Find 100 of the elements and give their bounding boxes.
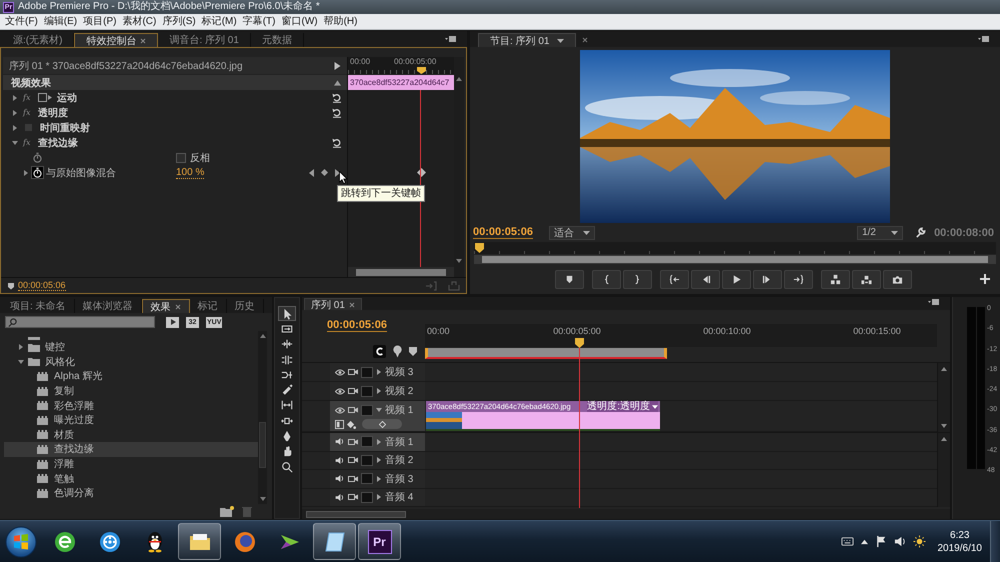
toggle-box[interactable]	[361, 366, 373, 378]
scrollbar-thumb[interactable]	[482, 256, 988, 263]
step-forward-button[interactable]	[752, 270, 782, 288]
menu-item[interactable]: 文件(F)	[2, 15, 41, 28]
toggle-box[interactable]	[361, 473, 373, 484]
caret-icon[interactable]	[557, 38, 564, 42]
menu-item[interactable]: 窗口(W)	[278, 15, 321, 28]
expand-arrow-icon[interactable]	[376, 388, 382, 394]
play-button[interactable]	[722, 270, 750, 288]
close-icon[interactable]	[140, 38, 146, 44]
zoom-scrollbar[interactable]	[474, 255, 996, 264]
keyframe-toggle-icon[interactable]	[347, 420, 356, 428]
display-style-icon[interactable]	[335, 420, 344, 428]
go-to-in-button[interactable]	[660, 270, 688, 288]
expand-arrow-icon[interactable]	[12, 140, 18, 146]
tree-item[interactable]: 复制	[4, 384, 258, 398]
clip-body[interactable]	[426, 412, 660, 431]
tool-button[interactable]	[278, 306, 296, 322]
panel-tab[interactable]: 效果	[142, 299, 190, 313]
expand-arrow-icon[interactable]	[376, 369, 382, 375]
video-camera-icon[interactable]	[348, 368, 358, 376]
tree-item[interactable]: 查找边缘	[4, 442, 258, 457]
expand-arrow-icon[interactable]	[12, 124, 18, 130]
scrollbar[interactable]	[348, 267, 454, 277]
menu-item[interactable]: 序列(S)	[159, 15, 199, 28]
fx-badge[interactable]: fx	[23, 92, 35, 102]
scroll-up-icon[interactable]	[941, 367, 947, 371]
tree-item[interactable]: 色调分离	[4, 486, 258, 501]
speaker-icon[interactable]	[335, 438, 345, 446]
toggle-box[interactable]	[361, 492, 373, 503]
panel-tab[interactable]: 序列 01	[304, 298, 362, 310]
extract-button[interactable]	[852, 270, 880, 288]
track-header[interactable]: 音频 3	[330, 470, 425, 488]
fx-badge[interactable]: fx	[23, 138, 35, 148]
accelerated-effects-button[interactable]	[166, 316, 179, 328]
close-icon[interactable]	[582, 37, 588, 43]
stopwatch-icon[interactable]	[32, 167, 43, 178]
panel-tab[interactable]: 节目: 序列 01	[478, 33, 576, 47]
menu-item[interactable]: 项目(P)	[80, 15, 120, 28]
reset-icon[interactable]	[332, 108, 342, 118]
expand-arrow-icon[interactable]	[376, 457, 382, 464]
toggle-box[interactable]	[361, 386, 373, 396]
panel-menu-icon[interactable]	[445, 35, 457, 43]
eye-icon[interactable]	[335, 406, 345, 414]
menu-item[interactable]: 帮助(H)	[320, 15, 360, 28]
tree-item[interactable]: 键控	[4, 340, 258, 355]
flag-icon[interactable]	[874, 535, 888, 548]
effect-toggle[interactable]	[25, 124, 32, 131]
menu-item[interactable]: 编辑(E)	[40, 15, 80, 28]
checkbox[interactable]	[176, 152, 186, 162]
scrollbar-thumb[interactable]	[259, 422, 266, 468]
previous-keyframe-icon[interactable]	[309, 168, 314, 176]
tree-item[interactable]: 浮雕	[4, 456, 258, 472]
param-value[interactable]: 100 %	[176, 166, 204, 178]
panel-menu-icon[interactable]	[928, 298, 940, 306]
expand-arrow-icon[interactable]	[376, 407, 382, 413]
menu-item[interactable]: 素材(C)	[119, 15, 160, 28]
zoom-dropdown[interactable]: 适合	[548, 226, 595, 240]
menu-item[interactable]: 标记(M)	[198, 15, 240, 28]
scroll-down-icon[interactable]	[260, 497, 266, 501]
speaker-icon[interactable]	[894, 535, 906, 548]
panel-tab[interactable]: 特效控制台	[74, 33, 158, 47]
reset-icon[interactable]	[332, 138, 342, 148]
reset-icon[interactable]	[332, 92, 342, 102]
speaker-icon[interactable]	[335, 456, 345, 464]
playhead-timecode[interactable]: 00:00:05:06	[327, 319, 387, 332]
clock-date[interactable]: 2019/6/10	[938, 542, 982, 554]
taskbar-button[interactable]: Pr	[358, 523, 401, 560]
speaker-icon[interactable]	[335, 475, 345, 482]
marker-icon[interactable]	[409, 347, 417, 356]
expand-arrow-icon[interactable]	[18, 358, 24, 365]
scrollbar[interactable]	[937, 363, 950, 432]
lift-button[interactable]	[820, 270, 850, 288]
mark-in-button[interactable]	[592, 270, 620, 288]
tree-item[interactable]: 材质	[4, 428, 258, 442]
clock-time[interactable]: 6:23	[950, 528, 970, 542]
tree-item[interactable]: 曝光过度	[4, 412, 258, 428]
track-header[interactable]: 视频 3	[330, 363, 425, 381]
scroll-up-icon[interactable]	[260, 334, 266, 338]
video-camera-icon[interactable]	[348, 474, 358, 483]
speaker-icon[interactable]	[335, 494, 345, 501]
expand-arrow-icon[interactable]	[18, 344, 24, 350]
expand-arrow-icon[interactable]	[376, 494, 382, 500]
close-icon[interactable]	[174, 304, 181, 310]
toggle-box[interactable]	[361, 404, 373, 416]
playhead-handle-icon[interactable]	[475, 243, 484, 253]
wrench-icon[interactable]	[915, 227, 926, 238]
tree-item[interactable]: Alpha 辉光	[4, 369, 258, 384]
scrollbar-thumb[interactable]	[356, 268, 446, 276]
keyframe-navigator[interactable]	[362, 419, 402, 429]
track-header[interactable]: 音频 1	[330, 433, 425, 450]
scroll-down-icon[interactable]	[941, 424, 947, 428]
scroll-up-icon[interactable]	[456, 77, 462, 81]
mark-out-button[interactable]	[622, 270, 652, 288]
collapse-arrow-icon[interactable]	[334, 78, 341, 86]
search-field[interactable]	[5, 316, 155, 328]
transform-icon[interactable]	[38, 93, 52, 102]
tree-item[interactable]: 风格化	[4, 354, 258, 370]
taskbar-button[interactable]	[178, 523, 221, 560]
video-camera-icon[interactable]	[348, 406, 358, 414]
